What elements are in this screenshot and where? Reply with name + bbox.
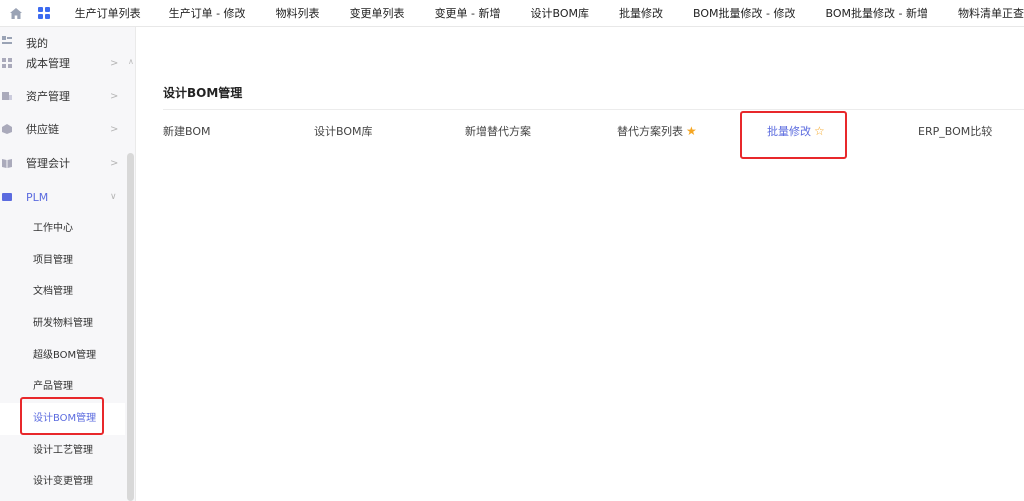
chevron-right-icon: > <box>110 90 119 102</box>
sidebar-subitem-design-bom-management[interactable]: 设计BOM管理 <box>0 403 125 435</box>
sidebar-subitem-label: 产品管理 <box>33 381 73 392</box>
sidebar-subitem-label: 项目管理 <box>33 255 73 266</box>
link-label: 批量修改 <box>767 125 811 138</box>
sidebar: 我的 成本管理 > 资产管理 > 供应链 > 管理会计 > PLM ∨ 工作中心… <box>0 27 136 501</box>
sidebar-item-management-accounting[interactable]: 管理会计 > <box>0 147 125 179</box>
sidebar-item-plm[interactable]: PLM ∨ <box>0 181 125 213</box>
sidebar-item-label: 供应链 <box>26 123 59 136</box>
sidebar-item-label: 管理会计 <box>26 157 70 170</box>
tab-change-order-list[interactable]: 变更单列表 <box>350 0 405 27</box>
link-erp-bom-compare[interactable]: ERP_BOM比较 <box>918 123 992 139</box>
link-alternative-list[interactable]: 替代方案列表 ★ <box>617 123 697 139</box>
chevron-right-icon: > <box>110 123 119 135</box>
star-outline-icon[interactable]: ☆ <box>814 125 825 137</box>
sidebar-subitem-label: 设计变更管理 <box>33 476 93 487</box>
apps-grid-icon <box>37 7 50 19</box>
apps-grid-button[interactable] <box>33 0 55 27</box>
link-design-bom-library[interactable]: 设计BOM库 <box>314 123 373 139</box>
link-label: 设计BOM库 <box>314 125 373 138</box>
tab-change-order-new[interactable]: 变更单 - 新增 <box>435 0 501 27</box>
link-new-alternative[interactable]: 新增替代方案 <box>465 123 531 139</box>
book-icon <box>2 158 12 168</box>
tab-bom-batch-edit-new[interactable]: BOM批量修改 - 新增 <box>826 0 928 27</box>
sidebar-item-supply-chain[interactable]: 供应链 > <box>0 113 125 145</box>
sidebar-subitem-design-change-management[interactable]: 设计变更管理 <box>0 466 125 498</box>
tab-material-list[interactable]: 物料列表 <box>276 0 320 27</box>
tab-design-bom-library[interactable]: 设计BOM库 <box>531 0 590 27</box>
sidebar-subitem-label: 文档管理 <box>33 286 73 297</box>
page-title: 设计BOM管理 <box>163 86 243 100</box>
chevron-right-icon: > <box>110 57 119 69</box>
sidebar-item-label: PLM <box>26 190 49 204</box>
sidebar-scrollbar-thumb[interactable] <box>127 153 134 501</box>
sidebar-subitem-product-management[interactable]: 产品管理 <box>0 371 125 403</box>
scroll-up-icon[interactable]: ∧ <box>128 57 134 66</box>
link-label: 替代方案列表 <box>617 125 683 138</box>
main-content: 设计BOM管理 新建BOM 设计BOM库 新增替代方案 替代方案列表 ★ 批量修… <box>136 27 1024 501</box>
sidebar-subitem-rd-material-management[interactable]: 研发物料管理 <box>0 308 125 340</box>
sidebar-subitem-label: 工作中心 <box>33 223 73 234</box>
sidebar-item-cost[interactable]: 成本管理 > <box>0 47 125 79</box>
tab-production-order-list[interactable]: 生产订单列表 <box>75 0 141 27</box>
chevron-down-icon: ∨ <box>110 192 117 202</box>
plm-icon <box>2 192 12 202</box>
tab-bom-batch-edit-modify[interactable]: BOM批量修改 - 修改 <box>693 0 795 27</box>
top-tab-bar: 生产订单列表 生产订单 - 修改 物料列表 变更单列表 变更单 - 新增 设计B… <box>0 0 1024 27</box>
home-icon <box>9 7 22 19</box>
sidebar-subitem-label: 设计BOM管理 <box>33 413 97 424</box>
link-label: 新增替代方案 <box>465 125 531 138</box>
asset-icon <box>2 91 12 101</box>
sidebar-subitem-label: 超级BOM管理 <box>33 350 97 361</box>
link-label: 新建BOM <box>163 125 211 138</box>
sidebar-item-label: 资产管理 <box>26 90 70 103</box>
divider <box>163 109 1024 110</box>
sidebar-subitem-work-center[interactable]: 工作中心 <box>0 213 125 245</box>
sidebar-subitem-label: 研发物料管理 <box>33 318 93 329</box>
sidebar-subitem-super-bom-management[interactable]: 超级BOM管理 <box>0 340 125 372</box>
chevron-right-icon: > <box>110 157 119 169</box>
menu-icon <box>2 36 12 46</box>
sidebar-subitem-design-process-management[interactable]: 设计工艺管理 <box>0 435 125 467</box>
tab-batch-edit[interactable]: 批量修改 <box>619 0 663 27</box>
link-new-bom[interactable]: 新建BOM <box>163 123 211 139</box>
sidebar-subitem-project-management[interactable]: 项目管理 <box>0 245 125 277</box>
sidebar-subitem-label: 设计工艺管理 <box>33 445 93 456</box>
sidebar-item-assets[interactable]: 资产管理 > <box>0 80 125 112</box>
star-filled-icon[interactable]: ★ <box>686 125 697 137</box>
tab-list: 生产订单列表 生产订单 - 修改 物料列表 变更单列表 变更单 - 新增 设计B… <box>59 0 1024 27</box>
tab-production-order-edit[interactable]: 生产订单 - 修改 <box>169 0 246 27</box>
cube-icon <box>2 124 12 134</box>
sidebar-subitem-document-management[interactable]: 文档管理 <box>0 276 125 308</box>
tab-bom-forward-query[interactable]: 物料清单正查 <box>958 0 1024 27</box>
grid-icon <box>2 58 12 68</box>
home-button[interactable] <box>5 0 27 27</box>
link-batch-edit[interactable]: 批量修改 ☆ <box>767 123 825 139</box>
sidebar-item-label: 成本管理 <box>26 57 70 70</box>
link-label: ERP_BOM比较 <box>918 125 993 138</box>
